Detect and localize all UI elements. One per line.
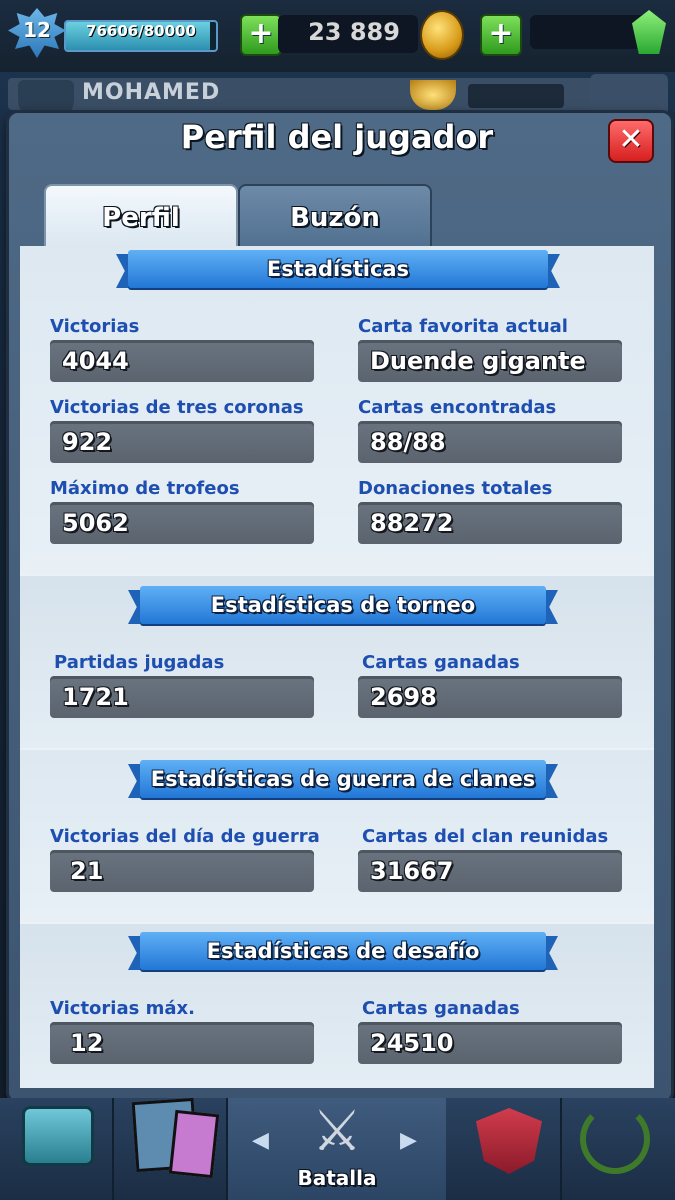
nav-left-arrow-icon[interactable]: ◀ (252, 1128, 269, 1153)
cards-icon-back (168, 1109, 220, 1179)
stat-value: 31667 (358, 850, 622, 892)
stat-value: 5062 (50, 502, 314, 544)
section-challenge: Estadísticas de desafío Victorias máx. 1… (20, 924, 654, 1088)
stat-label: Victorias (50, 316, 140, 337)
battle-swords-icon[interactable]: ⚔ (292, 1100, 382, 1164)
add-gems-button[interactable]: + (480, 14, 522, 56)
tab-perfil[interactable]: Perfil (44, 184, 238, 248)
gem-counter (530, 15, 650, 49)
stat-label: Cartas del clan reunidas (362, 826, 609, 847)
stat-value: 2698 (358, 676, 622, 718)
stat-value: 88/88 (358, 421, 622, 463)
stat-value: 922 (50, 421, 314, 463)
shop-chest-icon[interactable] (22, 1106, 94, 1166)
xp-text: 76606/80000 (86, 22, 196, 40)
stat-value: 21 (50, 850, 314, 892)
section-title: Estadísticas de desafío (206, 939, 480, 963)
stat-label: Máximo de trofeos (50, 478, 240, 499)
stat-value: 4044 (50, 340, 314, 382)
stat-value: 88272 (358, 502, 622, 544)
stat-value: 1721 (50, 676, 314, 718)
section-banner: Estadísticas (116, 250, 560, 290)
stat-label: Carta favorita actual (358, 316, 568, 337)
stat-label: Donaciones totales (358, 478, 553, 499)
stat-label: Partidas jugadas (54, 652, 225, 673)
background-player-name: MOHAMED (82, 80, 221, 105)
section-stats: Estadísticas Victorias 4044 Carta favori… (20, 246, 654, 574)
modal-title: Perfil del jugador (180, 118, 494, 156)
profile-content: Estadísticas Victorias 4044 Carta favori… (20, 246, 654, 1088)
tournament-laurel-icon[interactable] (580, 1104, 650, 1174)
section-clan-war: Estadísticas de guerra de clanes Victori… (20, 750, 654, 922)
stat-label: Cartas encontradas (358, 397, 557, 418)
gold-coin-icon (420, 10, 464, 60)
stat-label: Victorias de tres coronas (50, 397, 304, 418)
tab-buzon[interactable]: Buzón (238, 184, 432, 248)
battle-label: Batalla (297, 1166, 377, 1190)
section-banner: Estadísticas de guerra de clanes (128, 760, 558, 800)
stat-value: 24510 (358, 1022, 622, 1064)
section-banner: Estadísticas de torneo (128, 586, 558, 626)
player-level: 12 (23, 18, 51, 42)
stat-label: Victorias máx. (50, 998, 195, 1019)
add-gold-button[interactable]: + (240, 14, 282, 56)
gold-amount: 23 889 (308, 18, 400, 46)
stat-label: Cartas ganadas (362, 652, 520, 673)
stat-label: Victorias del día de guerra (50, 826, 320, 847)
stat-label: Cartas ganadas (362, 998, 520, 1019)
nav-right-arrow-icon[interactable]: ▶ (400, 1128, 417, 1153)
section-banner: Estadísticas de desafío (128, 932, 558, 972)
section-title: Estadísticas de guerra de clanes (150, 767, 536, 791)
section-title: Estadísticas (266, 257, 410, 281)
stat-value: Duende gigante (358, 340, 622, 382)
section-title: Estadísticas de torneo (210, 593, 476, 617)
close-button[interactable]: ✕ (608, 119, 654, 163)
section-tournament: Estadísticas de torneo Partidas jugadas … (20, 576, 654, 748)
trophy-count-box (468, 84, 564, 108)
stat-value: 12 (50, 1022, 314, 1064)
